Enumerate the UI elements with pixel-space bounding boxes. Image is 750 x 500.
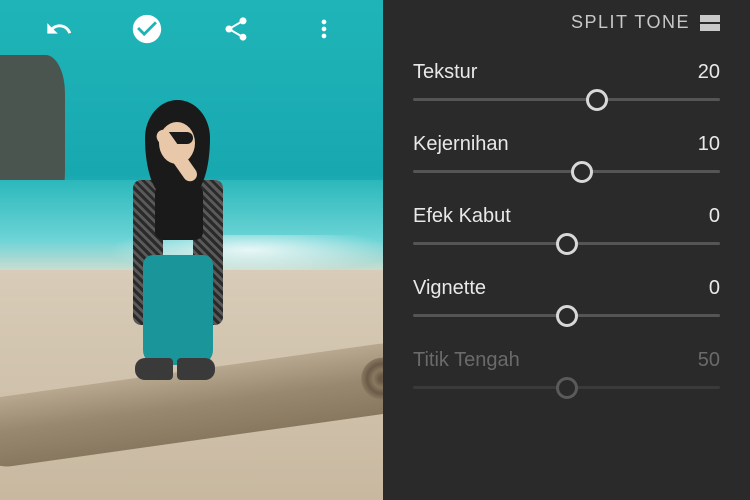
share-icon[interactable]: [217, 10, 255, 48]
slider-track[interactable]: [413, 170, 720, 173]
slider-thumb[interactable]: [556, 233, 578, 255]
slider-track: [413, 386, 720, 389]
slider-label: Tekstur: [413, 61, 477, 84]
split-tone-icon: [700, 15, 720, 31]
slider-track[interactable]: [413, 98, 720, 101]
slider-thumb[interactable]: [586, 89, 608, 111]
slider-thumb[interactable]: [556, 305, 578, 327]
slider-titik-tengah: Titik Tengah 50: [413, 349, 720, 389]
slider-label: Efek Kabut: [413, 205, 511, 228]
slider-efek-kabut: Efek Kabut 0: [413, 205, 720, 245]
tab-split-tone[interactable]: SPLIT TONE: [571, 12, 720, 33]
undo-icon[interactable]: [40, 10, 78, 48]
slider-track[interactable]: [413, 314, 720, 317]
slider-kejernihan: Kejernihan 10: [413, 133, 720, 173]
slider-value: 50: [698, 349, 720, 372]
slider-value: 0: [709, 277, 720, 300]
slider-label: Titik Tengah: [413, 349, 520, 372]
slider-thumb[interactable]: [571, 161, 593, 183]
slider-tekstur: Tekstur 20: [413, 61, 720, 101]
slider-track[interactable]: [413, 242, 720, 245]
photo-scene: [0, 0, 383, 500]
top-toolbar: [0, 10, 383, 48]
effects-controls-panel: SPLIT TONE Tekstur 20 Kejernihan 10: [383, 0, 750, 500]
slider-value: 10: [698, 133, 720, 156]
slider-value: 0: [709, 205, 720, 228]
image-preview-panel: [0, 0, 383, 500]
slider-value: 20: [698, 61, 720, 84]
confirm-icon[interactable]: [128, 10, 166, 48]
slider-list: Tekstur 20 Kejernihan 10 Efek Kabut 0: [383, 53, 750, 500]
panel-tab-header: SPLIT TONE: [383, 0, 750, 53]
slider-vignette: Vignette 0: [413, 277, 720, 317]
menu-icon[interactable]: [305, 10, 343, 48]
slider-label: Vignette: [413, 277, 486, 300]
slider-label: Kejernihan: [413, 133, 509, 156]
slider-thumb: [556, 377, 578, 399]
tab-label: SPLIT TONE: [571, 12, 690, 33]
